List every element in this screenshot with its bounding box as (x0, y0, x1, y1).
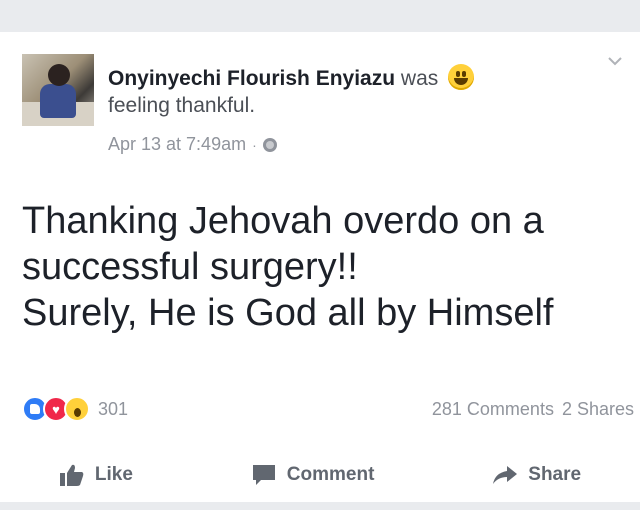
avatar-photo-person-body (40, 84, 76, 118)
post-card: Onyinyechi Flourish Enyiazu was feeling … (0, 32, 640, 502)
share-arrow-icon (493, 466, 518, 484)
meta-separator: · (252, 136, 257, 153)
reactions-count-group[interactable]: 301 (22, 396, 128, 422)
reaction-count: 301 (98, 398, 129, 419)
reactions-summary: 301 281 Comments 2 Shares (22, 394, 634, 424)
post-body: Thanking Jehovah overdo on a successful … (22, 198, 622, 336)
activity-verb: was (400, 67, 439, 90)
comment-button[interactable]: Comment (251, 463, 375, 487)
timestamp-link[interactable]: Apr 13 at 7:49am (108, 134, 246, 155)
like-button[interactable]: Like (59, 463, 133, 487)
post-body-line: successful surgery!! (22, 246, 358, 288)
author-avatar[interactable] (22, 54, 94, 126)
post-action-bar: Like Comment Share (0, 452, 640, 498)
smiling-emoji-icon (448, 64, 475, 90)
feeling-text: feeling thankful. (108, 94, 256, 117)
thumbs-up-icon (59, 464, 84, 486)
comment-bubble-icon (252, 465, 275, 485)
post-body-line: Surely, He is God all by Himself (22, 292, 554, 334)
post-header-line: Onyinyechi Flourish Enyiazu was (108, 64, 475, 92)
author-name-link[interactable]: Onyinyechi Flourish Enyiazu (108, 67, 395, 90)
engagement-counts: 281 Comments 2 Shares (432, 399, 634, 420)
share-label: Share (528, 464, 582, 485)
globe-icon[interactable] (262, 137, 277, 152)
comments-count-link[interactable]: 281 Comments (432, 399, 554, 420)
wow-reaction-icon (64, 396, 90, 422)
avatar-photo-person-head (48, 64, 70, 86)
share-button[interactable]: Share (492, 463, 581, 487)
chevron-down-icon[interactable] (608, 54, 622, 68)
like-label: Like (94, 464, 133, 485)
comment-label: Comment (286, 464, 375, 485)
post-body-line: Thanking Jehovah overdo on a (22, 200, 544, 242)
shares-count-link[interactable]: 2 Shares (562, 399, 634, 420)
post-meta: Apr 13 at 7:49am · (108, 134, 277, 155)
